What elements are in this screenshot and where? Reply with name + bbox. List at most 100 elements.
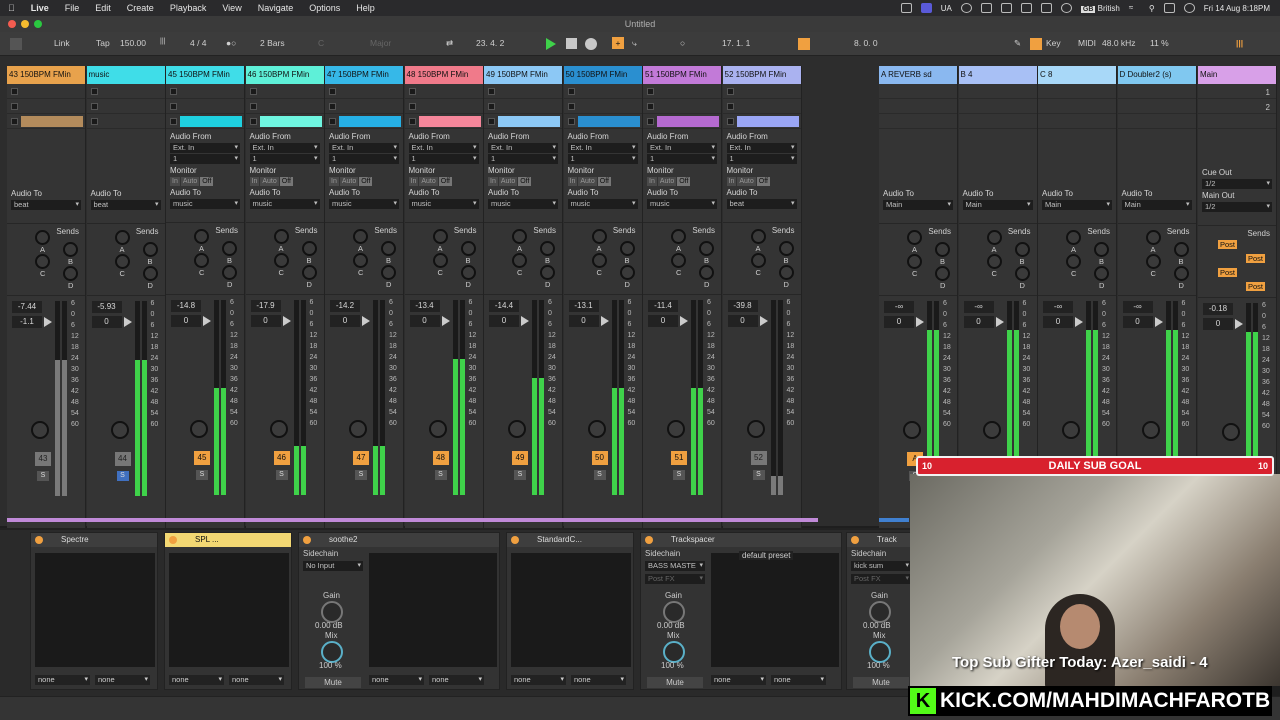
track-header[interactable]: C 8 xyxy=(1038,66,1116,84)
clip-stop-button[interactable] xyxy=(567,88,575,95)
input-channel-dropdown[interactable]: 1 xyxy=(488,154,558,164)
post-fx-dropdown[interactable]: Post FX xyxy=(645,574,705,584)
clip-slot[interactable] xyxy=(958,114,1037,129)
scale-menu[interactable]: Major xyxy=(370,38,391,48)
monitor-off-button[interactable]: Off xyxy=(200,177,214,186)
clip-slot[interactable] xyxy=(166,99,244,114)
clip-slot[interactable] xyxy=(1117,114,1196,129)
monitor-in-button[interactable]: In xyxy=(170,177,180,186)
solo-button[interactable]: S xyxy=(275,470,288,480)
clip-slot[interactable] xyxy=(484,84,562,99)
monitor-off-button[interactable]: Off xyxy=(756,177,770,186)
nudge-icon[interactable]: ||| xyxy=(160,38,165,45)
track-activator-button[interactable]: 44 xyxy=(114,452,131,466)
peak-readout[interactable]: -1.1 xyxy=(12,316,42,328)
siri-icon[interactable] xyxy=(1183,3,1195,13)
volume-readout[interactable]: -13.4 xyxy=(409,300,440,312)
peak-readout[interactable]: 0 xyxy=(884,316,914,328)
track-header[interactable]: 47 150BPM FMin xyxy=(325,66,403,84)
zoom-window-button[interactable] xyxy=(34,20,42,28)
clip-stop-button[interactable] xyxy=(488,103,495,110)
io-toggle-icon[interactable]: ||| xyxy=(1236,38,1243,48)
volume-fader-handle[interactable] xyxy=(362,316,370,326)
tray-music-icon[interactable] xyxy=(1040,3,1052,13)
solo-button[interactable]: S xyxy=(434,470,447,480)
device-title-bar[interactable]: Track xyxy=(847,533,915,547)
track-header[interactable]: 46 150BPM FMin xyxy=(245,66,324,84)
macro-dropdown-1[interactable]: none xyxy=(711,675,766,685)
clip-slot[interactable] xyxy=(7,114,85,129)
clip-stop-button[interactable] xyxy=(90,103,98,110)
audio-to-dropdown[interactable]: beat xyxy=(90,200,161,210)
tray-display-icon[interactable] xyxy=(1020,3,1032,13)
device-power-button[interactable] xyxy=(851,536,859,544)
clip-stop-button[interactable] xyxy=(488,88,495,95)
clip-slot[interactable] xyxy=(86,84,165,99)
monitor-in-button[interactable]: In xyxy=(329,177,339,186)
device-title-bar[interactable]: Spectre xyxy=(31,533,157,547)
track-activator-button[interactable]: 52 xyxy=(750,451,767,465)
send-d-knob[interactable] xyxy=(222,265,237,280)
keyboard-layout-badge[interactable]: GB British xyxy=(1080,4,1120,13)
preset-name[interactable]: default preset xyxy=(739,551,794,560)
search-icon[interactable]: ⚲ xyxy=(1149,4,1155,13)
input-channel-dropdown[interactable]: 1 xyxy=(726,154,797,164)
clip-stop-button[interactable] xyxy=(90,118,98,125)
post-send-button[interactable]: Post xyxy=(1246,254,1266,263)
volume-readout[interactable]: -11.4 xyxy=(648,300,678,312)
clip-slot[interactable] xyxy=(404,99,483,114)
tray-app-icon[interactable] xyxy=(900,3,912,13)
send-c-knob[interactable] xyxy=(986,254,1002,269)
macro-dropdown-2[interactable]: none xyxy=(95,675,150,685)
volume-readout[interactable]: -17.9 xyxy=(250,300,281,312)
send-c-knob[interactable] xyxy=(750,253,766,268)
clip-slot[interactable] xyxy=(563,84,642,99)
play-button[interactable] xyxy=(546,38,556,50)
capture-icon[interactable]: ○ xyxy=(680,38,685,48)
device-power-button[interactable] xyxy=(511,536,519,544)
key-map-label[interactable]: Key xyxy=(1046,38,1061,48)
send-d-knob[interactable] xyxy=(381,265,396,280)
volume-readout[interactable]: -5.93 xyxy=(91,301,122,313)
volume-readout[interactable]: -13.1 xyxy=(568,300,599,312)
pan-knob[interactable] xyxy=(31,421,49,439)
send-c-knob[interactable] xyxy=(353,253,368,268)
audio-to-dropdown[interactable]: Main xyxy=(962,200,1033,210)
monitor-off-button[interactable]: Off xyxy=(518,177,532,186)
tempo-field[interactable]: 150.00 xyxy=(120,38,146,48)
peak-readout[interactable]: 0 xyxy=(1122,316,1153,328)
input-channel-dropdown[interactable]: 1 xyxy=(567,154,638,164)
clip-slot[interactable] xyxy=(484,99,562,114)
clip[interactable] xyxy=(180,116,242,127)
clip-slot[interactable] xyxy=(1198,99,1276,114)
input-type-dropdown[interactable]: Ext. In xyxy=(249,143,320,153)
input-channel-dropdown[interactable]: 1 xyxy=(408,154,479,164)
tray-status-icon[interactable] xyxy=(960,3,972,13)
volume-readout[interactable]: -0.18 xyxy=(1203,303,1233,315)
send-b-knob[interactable] xyxy=(619,241,635,256)
minimize-window-button[interactable] xyxy=(21,20,29,28)
send-a-knob[interactable] xyxy=(591,229,607,244)
volume-readout[interactable]: -∞ xyxy=(1122,301,1153,313)
peak-readout[interactable]: 0 xyxy=(489,315,519,327)
send-a-knob[interactable] xyxy=(1145,230,1161,245)
volume-readout[interactable]: -14.8 xyxy=(171,300,201,312)
midi-map-label[interactable]: MIDI xyxy=(1078,38,1096,48)
post-send-button[interactable]: Post xyxy=(1246,282,1266,291)
volume-fader-handle[interactable] xyxy=(203,316,211,326)
clip-slot[interactable] xyxy=(7,84,85,99)
clip-stop-button[interactable] xyxy=(408,118,416,125)
clip-stop-button[interactable] xyxy=(249,118,257,125)
macro-dropdown-2[interactable]: none xyxy=(771,675,826,685)
follow-icon[interactable]: ⇄ xyxy=(446,38,453,49)
device-power-button[interactable] xyxy=(303,536,311,544)
macro-dropdown-2[interactable]: none xyxy=(571,675,626,685)
gain-knob[interactable] xyxy=(321,601,343,623)
pan-knob[interactable] xyxy=(190,420,208,438)
track-header[interactable]: 43 150BPM FMin xyxy=(7,66,85,84)
main-out-dropdown[interactable]: 1/2 xyxy=(1202,202,1272,212)
track-activator-button[interactable]: 50 xyxy=(591,451,608,465)
monitor-off-button[interactable]: Off xyxy=(359,177,373,186)
clip[interactable] xyxy=(577,116,640,127)
volume-readout[interactable]: -7.44 xyxy=(12,301,42,313)
